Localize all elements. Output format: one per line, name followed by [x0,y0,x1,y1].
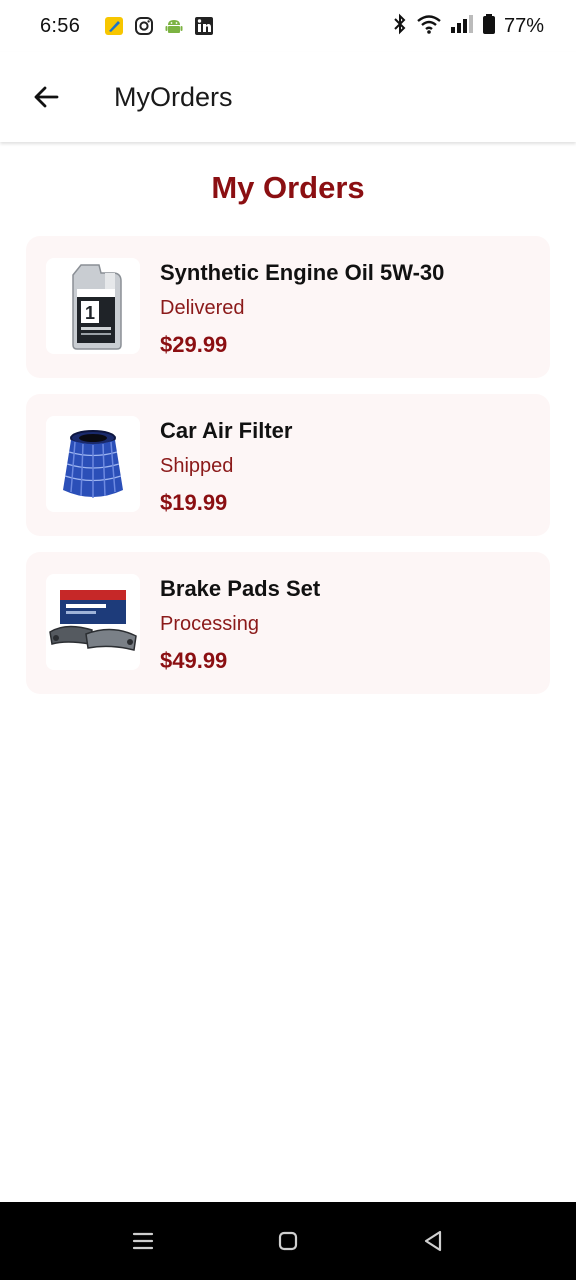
menu-icon [132,1232,153,1250]
battery-percent: 77% [503,14,544,37]
system-back-button[interactable] [413,1221,453,1261]
order-status: Shipped [160,455,234,477]
order-list: 1 Synthetic Engine Oil 5W-30 Delivered $… [26,236,550,710]
home-button[interactable] [268,1221,308,1261]
app-bar: MyOrders [0,52,576,142]
order-card[interactable]: 1 Synthetic Engine Oil 5W-30 Delivered $… [26,236,550,378]
order-card[interactable]: Brake Pads Set Processing $49.99 [26,552,550,694]
signal-icon [450,13,474,40]
svg-text:1: 1 [85,303,95,323]
instagram-icon [134,16,154,36]
order-status: Processing [160,613,259,635]
order-card[interactable]: Car Air Filter Shipped $19.99 [26,394,550,536]
order-name: Synthetic Engine Oil 5W-30 [160,260,445,285]
order-name: Car Air Filter [160,418,293,443]
pen-app-icon [104,16,124,36]
battery-icon [482,13,496,40]
order-price: $29.99 [160,332,228,357]
page-title: My Orders [211,170,365,205]
order-status: Delivered [160,297,245,319]
recent-apps-button[interactable] [123,1221,163,1261]
status-time: 6:56 [40,14,81,37]
system-nav-bar [0,1202,576,1280]
order-price: $49.99 [160,648,228,673]
brake-pads-image [46,574,140,670]
bluetooth-icon [392,13,408,40]
app-bar-title: MyOrders [114,81,233,112]
back-button[interactable] [26,77,66,117]
linkedin-icon [194,16,214,36]
home-icon [278,1231,298,1251]
arrow-left-icon [34,86,59,108]
android-icon [164,16,184,36]
back-icon [425,1230,442,1252]
air-filter-image [46,416,140,512]
status-system-icons: 77% [392,13,544,40]
status-notification-icons [104,16,214,36]
status-bar: 6:56 77% [0,0,576,52]
engine-oil-image: 1 [46,258,140,354]
order-name: Brake Pads Set [160,576,321,601]
wifi-icon [416,13,442,40]
order-price: $19.99 [160,490,228,515]
